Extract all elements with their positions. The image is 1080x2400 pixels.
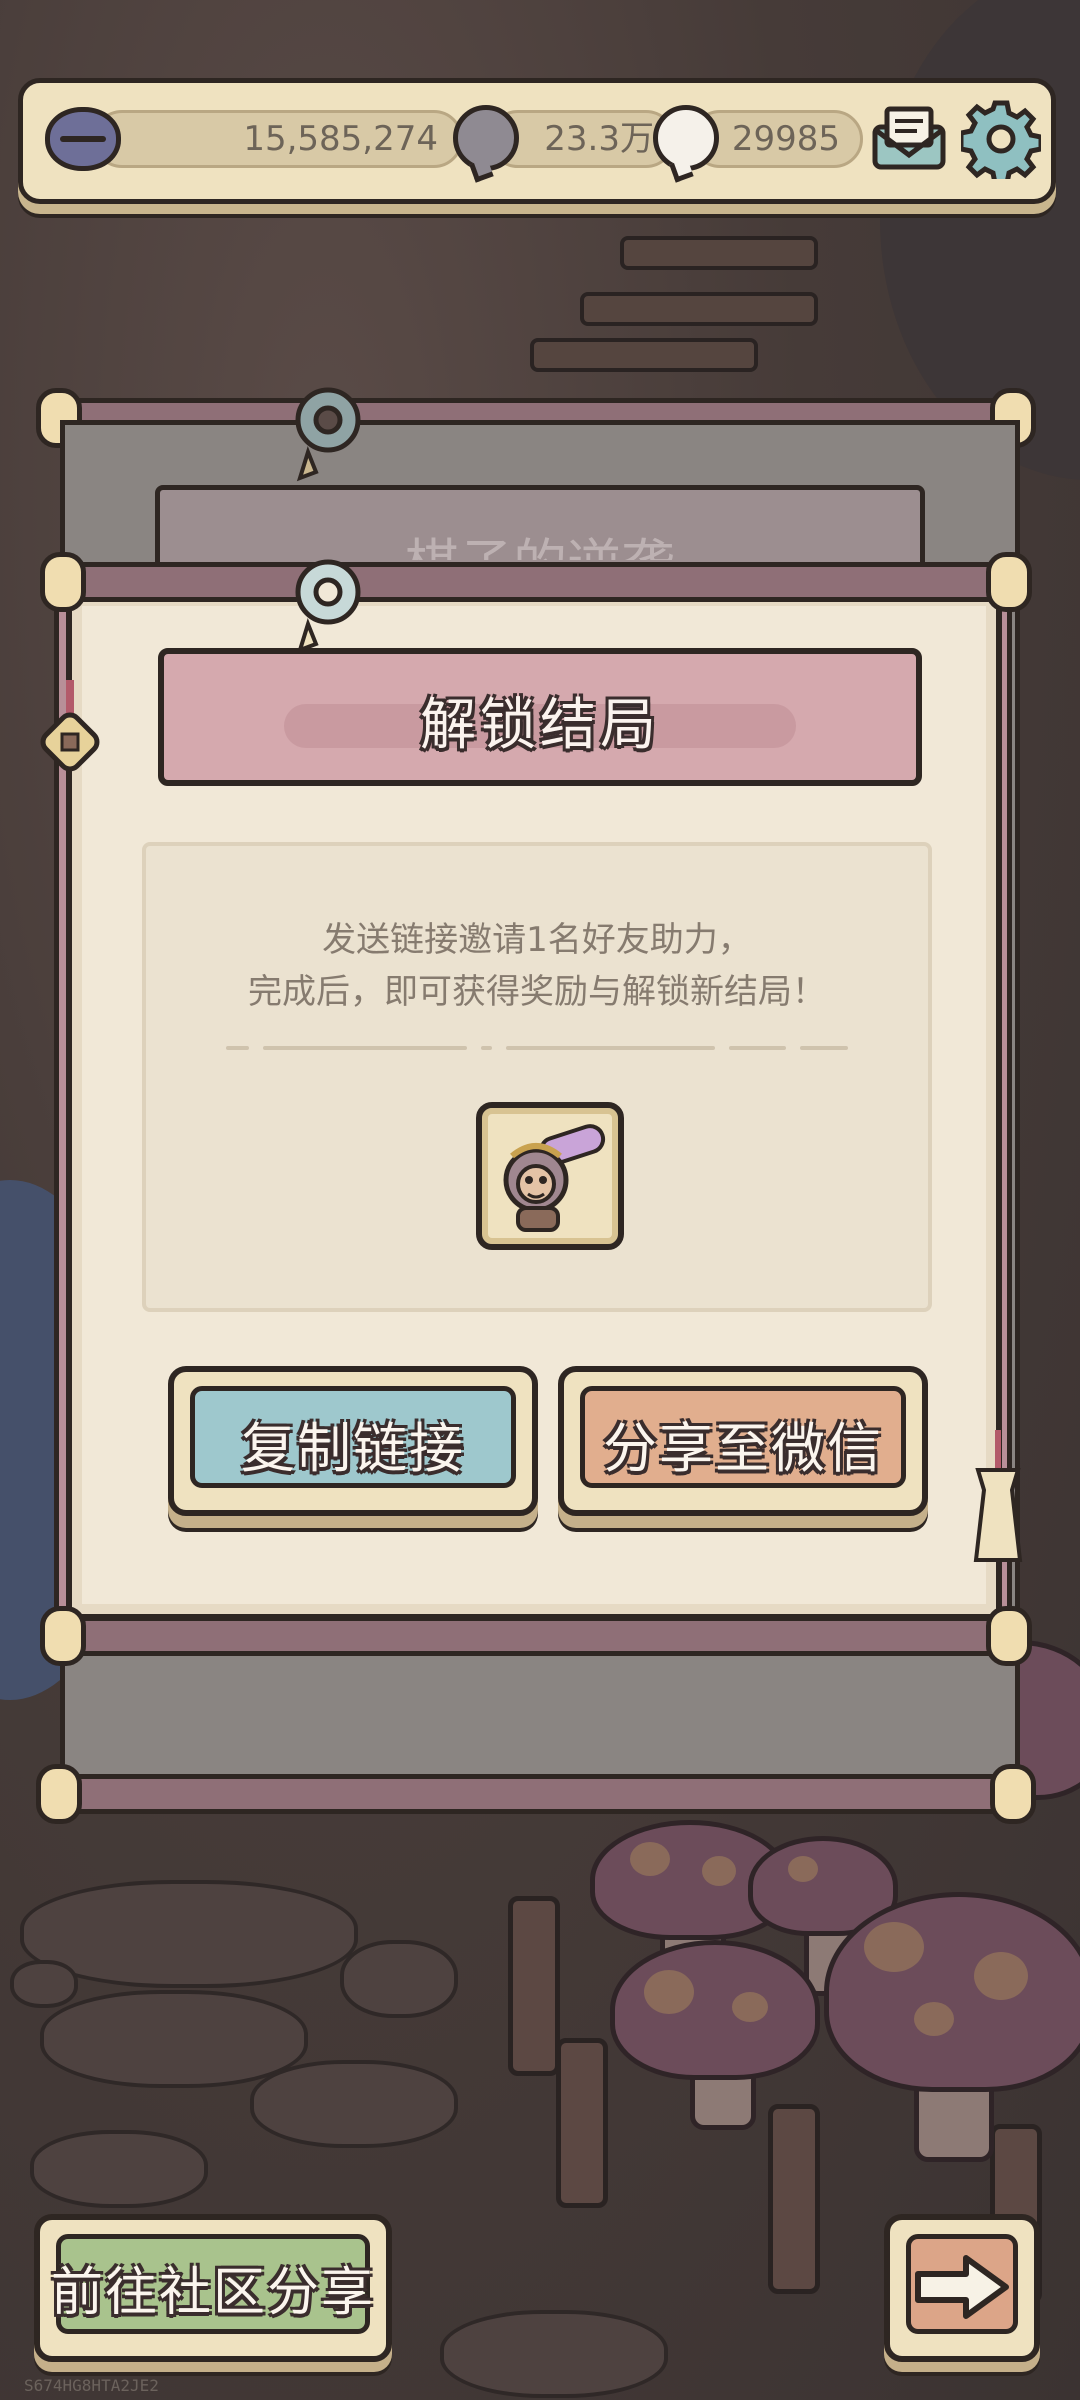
monkey-character-reward-icon [503,1124,606,1232]
right-arrow-icon [915,2255,1009,2319]
ghost-bubble-icon[interactable] [653,105,719,171]
background-plank [530,338,758,372]
rod-end-cap [40,552,86,612]
coin-counter: 15,585,274 [93,110,463,168]
copy-link-label: 复制链接 [241,1417,465,1480]
resource-bar: 15,585,274 23.3万 29985 [18,78,1056,204]
rod-end-cap [986,1606,1032,1666]
message-amount: 23.3万 [544,119,654,159]
ghost-amount: 29985 [731,119,840,159]
background-stone [30,2130,208,2208]
share-to-wechat-label: 分享至微信 [603,1417,883,1480]
rod-end-cap [990,1764,1036,1824]
background-stone [440,2310,668,2398]
invite-info-box: 发送链接邀请1名好友助力， 完成后，即可获得奖励与解锁新结局！ [142,842,932,1312]
divider [226,1046,849,1050]
jade-ring-ornament-icon [295,387,361,482]
invite-line-1: 发送链接邀请1名好友助力， [322,920,752,960]
go-to-community-share-button[interactable]: 前往社区分享 [34,2214,392,2362]
copy-link-button[interactable]: 复制链接 [168,1366,538,1516]
dialog-title: 解锁结局 [420,693,660,758]
background-stone [250,2060,458,2148]
coin-charm-icon [40,680,100,772]
invite-line-2: 完成后，即可获得奖励与解锁新结局！ [248,972,826,1012]
jade-ring-ornament-icon [295,559,361,654]
tassel-ornament-icon [973,1430,1023,1562]
background-stone [10,1960,78,2008]
background-plank [620,236,818,270]
reward-item-slot[interactable] [476,1102,624,1250]
coin-icon[interactable] [45,107,121,171]
dialog-title-banner: 解锁结局 [158,648,922,786]
share-to-wechat-button[interactable]: 分享至微信 [558,1366,928,1516]
back-scroll-title-text: 棋子的逆袭 [160,520,920,560]
back-scroll-bottom-rod [40,1774,1030,1814]
fence-post [556,2038,608,2208]
rod-end-cap [36,1764,82,1824]
background-plank [580,292,818,326]
unlock-ending-dialog: 解锁结局 发送链接邀请1名好友助力， 完成后，即可获得奖励与解锁新结局！ 复制链… [66,590,1002,1620]
next-arrow-button[interactable] [884,2214,1040,2362]
chat-bubble-icon[interactable] [453,105,519,171]
mushroom [610,1940,830,2140]
mushroom [824,1892,1080,2172]
scroll-bottom-rod [54,1616,1024,1656]
mail-icon[interactable] [871,105,947,171]
background-stone [40,1990,308,2088]
rod-end-cap [986,552,1032,612]
background-stone [340,1940,458,2018]
coin-amount: 15,585,274 [243,119,438,159]
rod-end-cap [40,1606,86,1666]
community-share-label: 前往社区分享 [50,2263,375,2323]
settings-gear-icon[interactable] [961,99,1041,179]
player-uid: S674HG8HTA2JE2 [24,2376,159,2395]
fence-post [508,1896,560,2076]
scroll-top-rod [54,562,1024,602]
